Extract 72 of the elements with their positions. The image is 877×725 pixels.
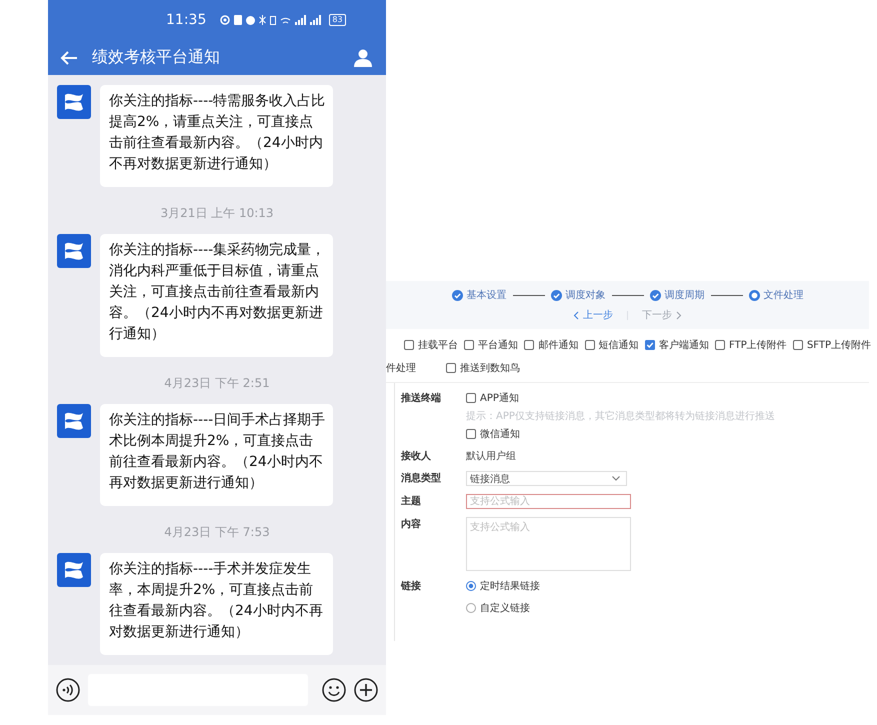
subject-field[interactable]: 支持公式输入 xyxy=(466,494,631,509)
back-arrow-icon[interactable] xyxy=(60,50,78,66)
field-label: 链接 xyxy=(401,580,422,593)
chat-title: 绩效考核平台通知 xyxy=(92,47,221,68)
checkbox[interactable] xyxy=(584,340,595,350)
checkbox-label[interactable]: 邮件通知 xyxy=(538,338,578,352)
field-label: 推送终端 xyxy=(401,392,442,405)
message-bubble: 你关注的指标----特需服务收入占比提高2%，请重点关注，可直接点击前往查看最新内容。（24小时内不再对数据更新进行通知） xyxy=(100,85,333,187)
timestamp: 4月23日 下午 7:53 xyxy=(164,524,270,541)
field-label: 内容 xyxy=(401,517,422,531)
radio-label[interactable]: 自定义链接 xyxy=(480,601,530,615)
message-bubble: 你关注的指标----日间手术占择期手术比例本周提升2%，可直接点击前往查看最新内容。（24小时内不再对数据更新进行通知） xyxy=(100,404,333,506)
eye-icon xyxy=(220,14,230,26)
step-connector xyxy=(512,294,544,296)
checkbox-label[interactable]: 客户端通知 xyxy=(658,338,709,352)
message-bubble: 你关注的指标----手术并发症发生率，本周提升2%，可直接点击前往查看最新内容。（24小时内不再对数据更新进行通知） xyxy=(100,553,333,655)
app-logo-icon xyxy=(57,85,91,119)
chevron-down-icon xyxy=(612,476,620,481)
checkbox[interactable] xyxy=(715,340,726,350)
field-value: 默认用户组 xyxy=(466,450,516,463)
checkbox-label[interactable]: FTP上传附件 xyxy=(729,338,787,352)
chevron-left-icon xyxy=(573,310,579,320)
checkbox-label[interactable]: 挂载平台 xyxy=(418,338,458,352)
step-label: 调度对象 xyxy=(566,288,606,302)
app-logo-icon xyxy=(57,553,91,587)
checkbox[interactable] xyxy=(464,340,474,350)
radio-button[interactable] xyxy=(466,603,476,613)
select-value: 链接消息 xyxy=(470,472,510,486)
plus-icon[interactable] xyxy=(354,678,378,702)
checkbox[interactable] xyxy=(792,340,803,350)
field-label: 消息类型 xyxy=(401,472,442,485)
bluetooth-icon xyxy=(259,15,266,25)
field-label: 主题 xyxy=(401,494,422,508)
signal-icon xyxy=(295,15,306,25)
app-logo-icon xyxy=(57,404,91,438)
content-field[interactable]: 支持公式输入 xyxy=(466,517,631,571)
battery-level: 83 xyxy=(329,14,346,26)
hint-text: 提示：APP仅支持链接消息，其它消息类型都将转为链接消息进行推送 xyxy=(466,410,775,423)
checkbox-label[interactable]: 平台通知 xyxy=(478,338,518,352)
message-bubble: 你关注的指标----集采药物完成量，消化内科严重低于目标值，请重点关注，可直接点击前往查看最新内容。（24小时内不再对数据更新进行通知） xyxy=(100,234,333,357)
step-connector xyxy=(612,294,644,296)
checkbox[interactable] xyxy=(404,340,414,350)
radio-label[interactable]: 定时结果链接 xyxy=(480,579,540,593)
previous-step-button[interactable]: 上一步 xyxy=(573,308,613,322)
chevron-right-icon xyxy=(676,310,682,320)
radio-button[interactable] xyxy=(466,581,476,591)
timestamp: 4月23日 下午 2:51 xyxy=(164,375,270,392)
message-type-select[interactable]: 链接消息 xyxy=(466,471,627,486)
checkbox[interactable] xyxy=(466,393,476,403)
person-icon[interactable] xyxy=(354,48,372,66)
checkbox-label[interactable]: 微信通知 xyxy=(480,427,520,441)
emoji-icon[interactable] xyxy=(322,678,346,702)
step-label: 文件处理 xyxy=(764,288,804,302)
step-label: 基本设置 xyxy=(466,288,506,302)
clock-time: 11:35 xyxy=(166,12,206,28)
row-label: 件处理 xyxy=(386,362,416,375)
timestamp: 3月21日 上午 10:13 xyxy=(160,205,274,222)
checkbox[interactable] xyxy=(644,340,655,350)
checkbox[interactable] xyxy=(446,363,456,373)
checkbox[interactable] xyxy=(524,340,534,350)
checkbox[interactable] xyxy=(466,429,476,439)
wifi-icon xyxy=(280,16,292,24)
checkbox-label[interactable]: APP通知 xyxy=(480,391,519,405)
checkbox-label[interactable]: SFTP上传附件 xyxy=(806,338,871,352)
checkbox-label[interactable]: 推送到数知鸟 xyxy=(460,361,520,375)
app-logo-icon xyxy=(57,234,91,268)
step-label: 调度周期 xyxy=(664,288,704,302)
step-connector xyxy=(710,294,742,296)
voice-icon[interactable] xyxy=(56,678,80,702)
checkbox-label[interactable]: 短信通知 xyxy=(598,338,639,352)
field-label: 接收人 xyxy=(401,450,432,463)
signal-icon xyxy=(310,15,322,25)
